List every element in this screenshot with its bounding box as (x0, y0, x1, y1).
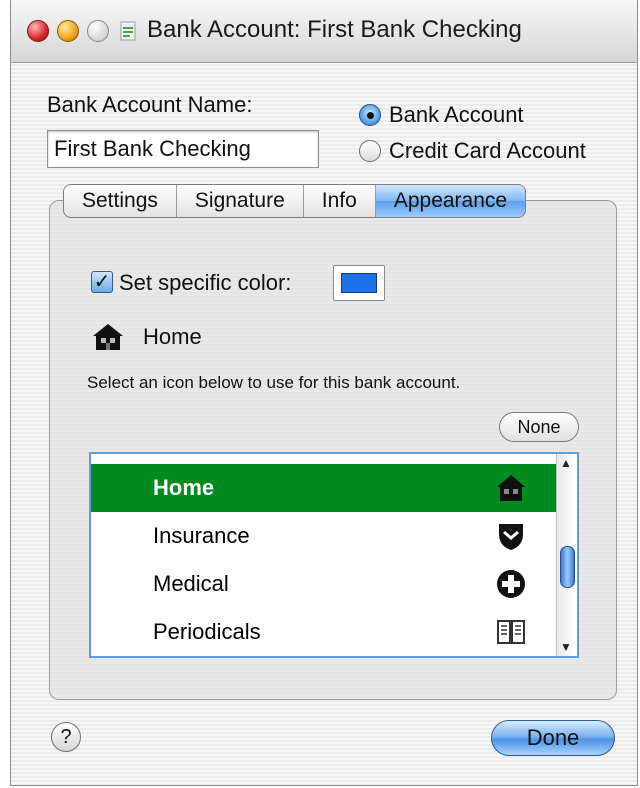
tab-info[interactable]: Info (304, 185, 376, 217)
bank-account-window: Bank Account: First Bank Checking Bank A… (10, 0, 638, 786)
radio-bank-account-label[interactable]: Bank Account (389, 102, 524, 128)
close-button[interactable] (27, 20, 49, 42)
tab-signature[interactable]: Signature (177, 185, 304, 217)
house-icon (93, 324, 123, 350)
current-icon-label: Home (143, 324, 202, 349)
list-item-insurance[interactable]: Insurance (91, 512, 559, 560)
list-item-periodicals[interactable]: Periodicals (91, 608, 559, 656)
tab-appearance[interactable]: Appearance (375, 185, 526, 217)
set-color-label[interactable]: Set specific color: (119, 270, 291, 296)
house-icon (497, 475, 525, 501)
scroll-down-arrow[interactable]: ▼ (560, 640, 572, 654)
medical-cross-icon (497, 570, 525, 598)
tab-bar: Settings Signature Info Appearance (63, 184, 527, 218)
list-item-label: Periodicals (153, 619, 261, 644)
title-bar[interactable]: Bank Account: First Bank Checking (11, 0, 637, 63)
list-item-label: Home (153, 475, 215, 500)
radio-credit-card[interactable] (359, 140, 381, 162)
color-swatch (341, 273, 377, 293)
radio-bank-account[interactable] (359, 104, 381, 126)
list-item-medical[interactable]: Medical (91, 560, 559, 608)
shield-icon (499, 524, 523, 550)
list-item-label: Medical (153, 571, 229, 596)
name-label: Bank Account Name: (47, 92, 253, 117)
instruction-text: Select an icon below to use for this ban… (87, 373, 461, 392)
set-color-checkbox[interactable]: ✓ (91, 271, 113, 293)
window-title: Bank Account: First Bank Checking (147, 16, 522, 43)
list-scrollbar[interactable]: ▲ ▼ (556, 454, 577, 656)
radio-credit-card-label[interactable]: Credit Card Account (389, 138, 586, 164)
done-button[interactable]: Done (491, 720, 615, 756)
list-item-label: Insurance (153, 523, 250, 548)
scroll-thumb[interactable] (560, 546, 575, 588)
newspaper-icon (497, 620, 525, 644)
account-name-field[interactable]: First Bank Checking (47, 130, 319, 168)
scroll-up-arrow[interactable]: ▲ (560, 456, 572, 470)
list-item-home[interactable]: Home (91, 464, 559, 512)
help-button[interactable]: ? (51, 722, 81, 752)
minimize-button[interactable] (57, 20, 79, 42)
icon-list[interactable]: Home Insurance Medical Periodicals ▲ ▼ (89, 452, 579, 658)
document-icon (120, 21, 136, 41)
tab-settings[interactable]: Settings (64, 185, 177, 217)
zoom-button[interactable] (87, 20, 109, 42)
color-well[interactable] (333, 265, 385, 301)
none-button[interactable]: None (499, 412, 579, 442)
